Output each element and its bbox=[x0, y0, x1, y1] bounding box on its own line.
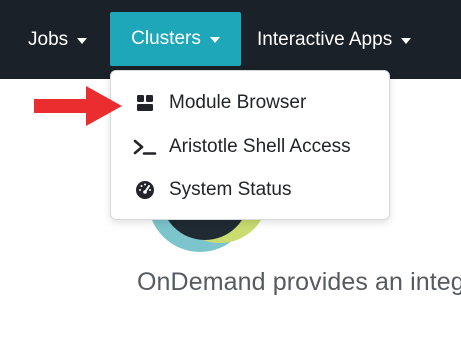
nav-interactive-apps-label: Interactive Apps bbox=[257, 28, 393, 50]
caret-down-icon bbox=[209, 37, 220, 43]
red-arrow-icon bbox=[34, 86, 122, 126]
menu-item-shell-access[interactable]: Aristotle Shell Access bbox=[111, 127, 389, 167]
menu-item-label: System Status bbox=[169, 179, 292, 200]
nav-clusters-dropdown[interactable]: Clusters bbox=[110, 12, 241, 66]
cube-icon bbox=[133, 91, 157, 115]
nav-interactive-apps-dropdown[interactable]: Interactive Apps bbox=[257, 0, 412, 79]
caret-down-icon bbox=[401, 37, 412, 44]
menu-item-label: Module Browser bbox=[169, 92, 307, 113]
nav-jobs-label: Jobs bbox=[28, 28, 69, 50]
gauge-icon bbox=[133, 178, 157, 202]
tagline-text: OnDemand provides an integ bbox=[137, 268, 461, 296]
menu-item-system-status[interactable]: System Status bbox=[111, 170, 389, 210]
nav-clusters-label: Clusters bbox=[131, 28, 201, 49]
menu-item-label: Aristotle Shell Access bbox=[169, 136, 351, 157]
terminal-icon bbox=[133, 135, 157, 159]
menu-item-module-browser[interactable]: Module Browser bbox=[111, 83, 389, 123]
top-navbar: Jobs Clusters Interactive Apps bbox=[0, 0, 461, 79]
caret-down-icon bbox=[77, 37, 88, 44]
clusters-dropdown-menu: Module Browser Aristotle Shell Access Sy… bbox=[110, 70, 390, 220]
nav-jobs-dropdown[interactable]: Jobs bbox=[28, 0, 88, 79]
